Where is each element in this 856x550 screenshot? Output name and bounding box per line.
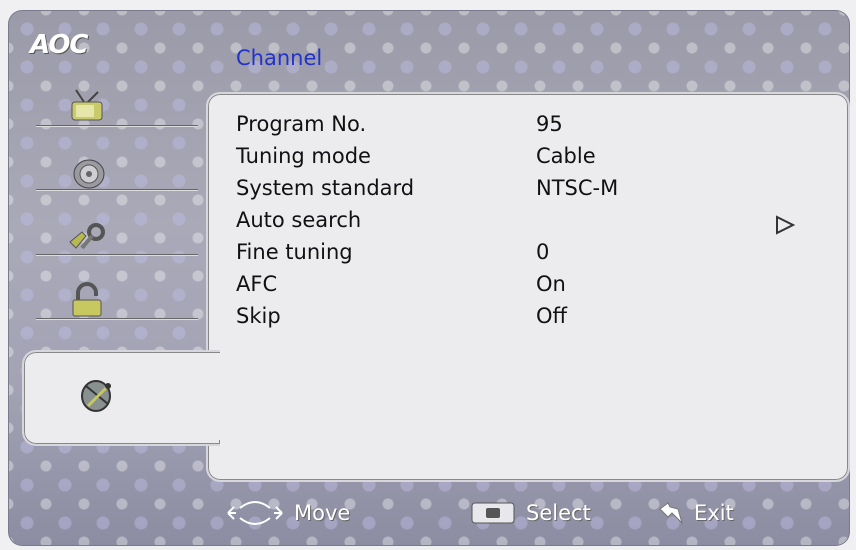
- aoc-logo: AOC: [30, 30, 89, 60]
- speaker-icon: [73, 159, 105, 189]
- row-label: Program No.: [236, 112, 367, 136]
- sidebar-divider: [36, 254, 198, 255]
- row-value: On: [536, 272, 566, 296]
- row-value: 95: [536, 112, 563, 136]
- row-label: Skip: [236, 304, 281, 328]
- select-label: Select: [526, 501, 591, 525]
- lock-icon: [72, 282, 102, 317]
- menu-row-tuning-mode[interactable]: Tuning mode Cable: [236, 140, 826, 172]
- menu-title: Channel: [236, 46, 323, 70]
- row-label: System standard: [236, 176, 415, 200]
- menu-row-system-standard[interactable]: System standard NTSC-M: [236, 172, 826, 204]
- menu-row-program-no[interactable]: Program No. 95: [236, 108, 826, 140]
- sidebar-divider: [36, 318, 198, 319]
- screen: AOC Channel Program No. 95 Tuning mode C…: [0, 0, 856, 550]
- sidebar-item-channel[interactable]: [22, 350, 220, 446]
- sidebar-item-audio[interactable]: [62, 154, 112, 190]
- row-label: Fine tuning: [236, 240, 353, 264]
- tools-icon: [69, 223, 105, 250]
- row-label: AFC: [236, 272, 278, 296]
- row-value: Cable: [536, 144, 596, 168]
- row-value: 0: [536, 240, 550, 264]
- sidebar-divider: [36, 189, 198, 190]
- return-arrow-icon: [659, 502, 684, 525]
- move-hint: Move: [226, 495, 350, 531]
- move-arrows-icon: [227, 501, 283, 525]
- menu-row-afc[interactable]: AFC On: [236, 268, 826, 300]
- sidebar-item-lock[interactable]: [62, 282, 112, 318]
- select-button-icon: [471, 502, 515, 524]
- exit-label: Exit: [694, 501, 734, 525]
- tv-antenna-icon: [71, 89, 103, 121]
- select-hint: Select: [470, 495, 591, 531]
- menu-row-fine-tuning[interactable]: Fine tuning 0: [236, 236, 826, 268]
- exit-hint: Exit: [656, 495, 734, 531]
- move-label: Move: [294, 501, 351, 525]
- footer-hints: Move Select Exit: [0, 495, 856, 535]
- tab-panel-joint: [205, 353, 225, 440]
- sidebar-item-picture[interactable]: [62, 88, 112, 124]
- row-value: Off: [536, 304, 567, 328]
- menu-row-skip[interactable]: Skip Off: [236, 300, 826, 332]
- row-label: Auto search: [236, 208, 362, 232]
- sidebar-divider: [36, 125, 198, 126]
- sidebar-item-setup[interactable]: [62, 218, 112, 254]
- row-label: Tuning mode: [236, 144, 371, 168]
- row-value: NTSC-M: [536, 176, 619, 200]
- satellite-dish-icon: [78, 376, 118, 420]
- menu-row-auto-search[interactable]: Auto search: [236, 204, 826, 236]
